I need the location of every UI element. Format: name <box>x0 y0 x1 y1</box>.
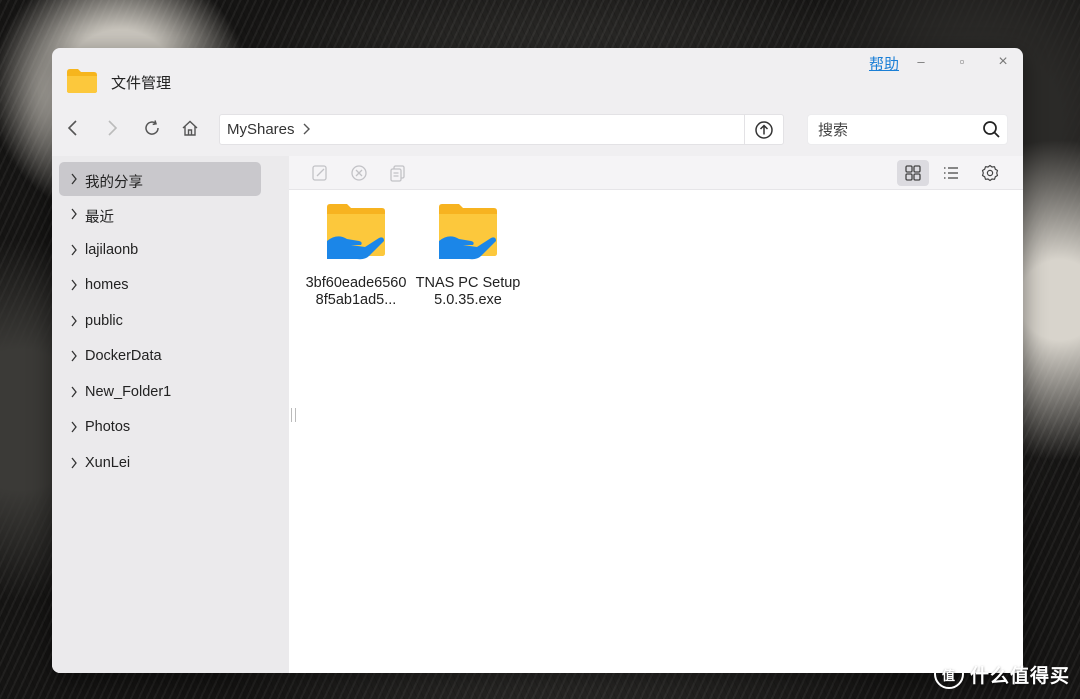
sidebar-item-my-shares[interactable]: 我的分享 <box>59 162 261 196</box>
sidebar-item-homes[interactable]: homes <box>59 268 261 302</box>
home-button[interactable] <box>177 115 203 141</box>
arrow-up-circle-icon <box>755 120 773 139</box>
list-view-button[interactable] <box>937 160 965 186</box>
sidebar-item-label: 我的分享 <box>85 175 143 191</box>
file-manager-window: 文件管理 帮助 – ▫ × MyShares 我的分享 最近 <box>52 48 1023 673</box>
sidebar-item-label: DockerData <box>85 348 162 364</box>
cancel-share-button[interactable] <box>345 160 373 186</box>
watermark: 值 什么值得买 <box>933 659 1070 689</box>
chevron-right-icon[interactable] <box>70 386 78 398</box>
title-bar: 文件管理 帮助 – ▫ × <box>52 48 1023 118</box>
sidebar-item-label: Photos <box>85 419 131 435</box>
sidebar-item-label: 最近 <box>85 210 114 226</box>
sidebar-item-photos[interactable]: Photos <box>59 410 261 444</box>
sidebar-item-lajilaonb[interactable]: lajilaonb <box>59 233 261 267</box>
sidebar: 我的分享 最近 lajilaonb homes public DockerDat… <box>52 156 289 673</box>
file-name: TNAS PC Setup 5.0.35.exe <box>415 275 521 308</box>
chevron-right-icon[interactable] <box>70 208 78 220</box>
settings-button[interactable] <box>976 160 1004 186</box>
chevron-right-icon[interactable] <box>70 350 78 362</box>
sidebar-item-public[interactable]: public <box>59 304 261 338</box>
chevron-right-icon[interactable] <box>70 315 78 327</box>
refresh-icon <box>145 120 159 135</box>
refresh-button[interactable] <box>139 115 165 141</box>
search-box[interactable] <box>807 114 1008 145</box>
home-icon <box>182 120 198 136</box>
sidebar-item-xunlei[interactable]: XunLei <box>59 446 261 480</box>
chevron-right-icon[interactable] <box>70 421 78 433</box>
address-bar[interactable]: MyShares <box>219 114 784 145</box>
cancel-icon <box>351 165 367 181</box>
sidebar-item-label: XunLei <box>85 455 131 471</box>
chevron-right-icon <box>108 120 118 136</box>
content-toolbar <box>289 156 1023 190</box>
sidebar-resize-handle[interactable] <box>291 408 296 422</box>
file-item[interactable]: TNAS PC Setup 5.0.35.exe <box>415 201 521 309</box>
gear-icon <box>981 164 999 182</box>
sidebar-item-label: lajilaonb <box>85 242 139 258</box>
chevron-right-icon[interactable] <box>70 173 78 185</box>
maximize-button[interactable]: ▫ <box>950 52 974 72</box>
file-name: 3bf60eade65608f5ab1ad5... <box>305 275 407 308</box>
breadcrumb-myshares[interactable]: MyShares <box>227 121 295 138</box>
folder-icon <box>67 69 97 93</box>
chevron-right-icon[interactable] <box>302 122 312 136</box>
chevron-right-icon[interactable] <box>70 279 78 291</box>
up-level-button[interactable] <box>744 115 783 144</box>
help-link[interactable]: 帮助 <box>869 53 899 74</box>
forward-button[interactable] <box>99 115 125 141</box>
watermark-text: 什么值得买 <box>969 665 1070 687</box>
window-title: 文件管理 <box>111 75 172 92</box>
list-view-icon <box>944 167 958 179</box>
shared-folder-icon <box>439 204 497 260</box>
search-input[interactable] <box>816 119 980 141</box>
file-content-area[interactable]: 3bf60eade65608f5ab1ad5... TNAS PC Setup … <box>289 156 1023 673</box>
copy-link-button[interactable] <box>384 160 412 186</box>
chevron-left-icon <box>67 120 77 136</box>
minimize-button[interactable]: – <box>909 52 933 72</box>
sidebar-item-dockerdata[interactable]: DockerData <box>59 339 261 373</box>
sidebar-item-recent[interactable]: 最近 <box>59 197 261 231</box>
edit-share-button[interactable] <box>306 160 334 186</box>
grid-view-icon <box>905 165 921 181</box>
edit-icon <box>312 165 327 181</box>
search-icon[interactable] <box>982 120 1001 139</box>
watermark-badge: 值 <box>933 659 964 689</box>
sidebar-item-label: public <box>85 313 123 329</box>
sidebar-item-label: New_Folder1 <box>85 384 172 400</box>
grid-view-button[interactable] <box>897 160 929 186</box>
close-button[interactable]: × <box>991 52 1015 72</box>
sidebar-item-new-folder1[interactable]: New_Folder1 <box>59 375 261 409</box>
chevron-right-icon[interactable] <box>70 244 78 256</box>
file-item[interactable]: 3bf60eade65608f5ab1ad5... <box>303 201 409 309</box>
chevron-right-icon[interactable] <box>70 457 78 469</box>
copy-icon <box>390 165 405 182</box>
back-button[interactable] <box>60 115 86 141</box>
shared-folder-icon <box>327 204 385 260</box>
sidebar-item-label: homes <box>85 277 129 293</box>
